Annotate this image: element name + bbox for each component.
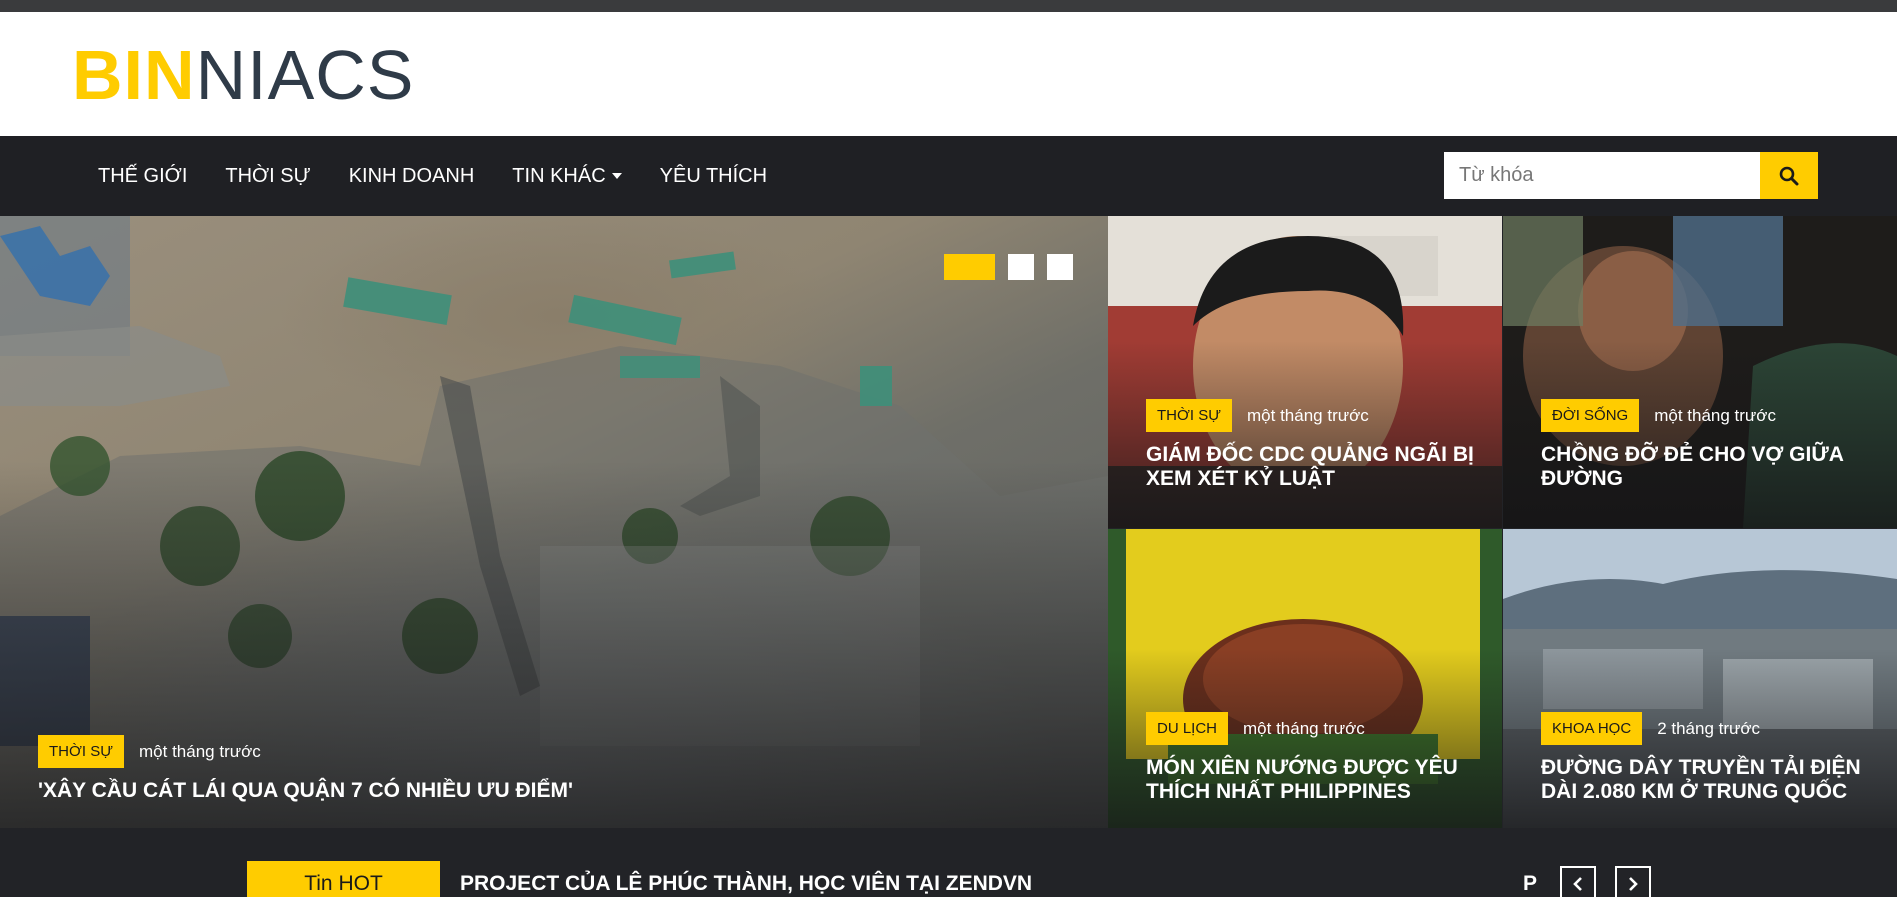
news-card-3[interactable]: DU LỊCH một tháng trước MÓN XIÊN NƯỚNG Đ… <box>1108 529 1502 828</box>
ticker-prev-button[interactable] <box>1560 866 1596 897</box>
site-logo[interactable]: BINNIACS <box>72 40 415 110</box>
tin-hot-badge: Tin HOT <box>247 861 440 897</box>
card-1-meta: THỜI SỰ một tháng trước <box>1146 399 1369 432</box>
search-button[interactable] <box>1760 152 1818 199</box>
card-3-meta: DU LỊCH một tháng trước <box>1146 712 1365 745</box>
card-2-time: một tháng trước <box>1654 405 1776 425</box>
caret-down-icon <box>611 173 622 179</box>
top-strip <box>0 0 1897 12</box>
brand-header: BINNIACS <box>0 12 1897 136</box>
search-form <box>1444 152 1818 199</box>
nav-item-thoi-su[interactable]: THỜI SỰ <box>225 165 310 188</box>
card-2-category-badge[interactable]: ĐỜI SỐNG <box>1541 399 1640 432</box>
card-1-time: một tháng trước <box>1247 405 1369 425</box>
news-card-4[interactable]: KHOA HỌC 2 tháng trước ĐƯỜNG DÂY TRUYỀN … <box>1503 529 1897 828</box>
card-1-title[interactable]: GIÁM ĐỐC CDC QUẢNG NGÃI BỊ XEM XÉT KỶ LU… <box>1146 443 1476 491</box>
nav-item-the-gioi[interactable]: THẾ GIỚI <box>98 165 187 188</box>
card-3-time: một tháng trước <box>1243 718 1365 738</box>
card-2-title[interactable]: CHỒNG ĐỠ ĐẺ CHO VỢ GIỮA ĐƯỜNG <box>1541 443 1871 491</box>
news-card-2[interactable]: ĐỜI SỐNG một tháng trước CHỒNG ĐỠ ĐẺ CHO… <box>1503 216 1897 528</box>
slider-indicators <box>944 254 1073 280</box>
hero-category-badge[interactable]: THỜI SỰ <box>38 735 125 768</box>
logo-part-bin: BIN <box>72 36 196 114</box>
card-4-meta: KHOA HỌC 2 tháng trước <box>1541 712 1760 745</box>
hero-slide[interactable]: THỜI SỰ một tháng trước 'XÂY CẦU CÁT LÁI… <box>0 216 1108 828</box>
card-2-overlay <box>1503 340 1897 528</box>
slider-dot-2[interactable] <box>1008 254 1034 280</box>
card-4-category-badge[interactable]: KHOA HỌC <box>1541 712 1643 745</box>
hero-meta: THỜI SỰ một tháng trước <box>38 735 261 768</box>
chevron-right-icon <box>1629 877 1638 891</box>
search-icon <box>1779 166 1799 185</box>
card-3-category-badge[interactable]: DU LỊCH <box>1146 712 1229 745</box>
nav-item-tin-khac-dropdown[interactable]: TIN KHÁC <box>512 164 622 188</box>
hero-gradient-overlay <box>0 460 1108 828</box>
featured-news: THỜI SỰ một tháng trước 'XÂY CẦU CÁT LÁI… <box>0 216 1897 897</box>
chevron-left-icon <box>1573 877 1582 891</box>
main-navbar: THẾ GIỚI THỜI SỰ KINH DOANH TIN KHÁC YÊU… <box>0 136 1897 216</box>
logo-part-niacs: NIACS <box>195 36 415 114</box>
card-3-title[interactable]: MÓN XIÊN NƯỚNG ĐƯỢC YÊU THÍCH NHẤT PHILI… <box>1146 756 1476 804</box>
ticker-next-button[interactable] <box>1615 866 1651 897</box>
hero-headline[interactable]: 'XÂY CẦU CÁT LÁI QUA QUẬN 7 CÓ NHIỀU ƯU … <box>38 779 1078 803</box>
nav-item-yeu-thich[interactable]: YÊU THÍCH <box>660 165 767 188</box>
hero-time: một tháng trước <box>139 741 261 761</box>
card-4-title[interactable]: ĐƯỜNG DÂY TRUYỀN TẢI ĐIỆN DÀI 2.080 KM Ở… <box>1541 756 1871 804</box>
nav-menu: THẾ GIỚI THỜI SỰ KINH DOANH TIN KHÁC YÊU… <box>98 136 805 216</box>
news-card-1[interactable]: THỜI SỰ một tháng trước GIÁM ĐỐC CDC QUẢ… <box>1108 216 1502 528</box>
search-input[interactable] <box>1444 152 1760 199</box>
slider-dot-3[interactable] <box>1047 254 1073 280</box>
slider-dot-1-active[interactable] <box>944 254 995 280</box>
card-2-meta: ĐỜI SỐNG một tháng trước <box>1541 399 1776 432</box>
card-4-time: 2 tháng trước <box>1657 718 1761 738</box>
ticker-headline[interactable]: PROJECT CỦA LÊ PHÚC THÀNH, HỌC VIÊN TẠI … <box>460 872 1032 896</box>
ticker-next-headline-fragment[interactable]: PI <box>1523 872 1537 896</box>
card-1-category-badge[interactable]: THỜI SỰ <box>1146 399 1233 432</box>
nav-item-kinh-doanh[interactable]: KINH DOANH <box>349 165 475 188</box>
nav-item-tin-khac-label: TIN KHÁC <box>512 164 606 187</box>
card-1-overlay <box>1108 340 1502 528</box>
